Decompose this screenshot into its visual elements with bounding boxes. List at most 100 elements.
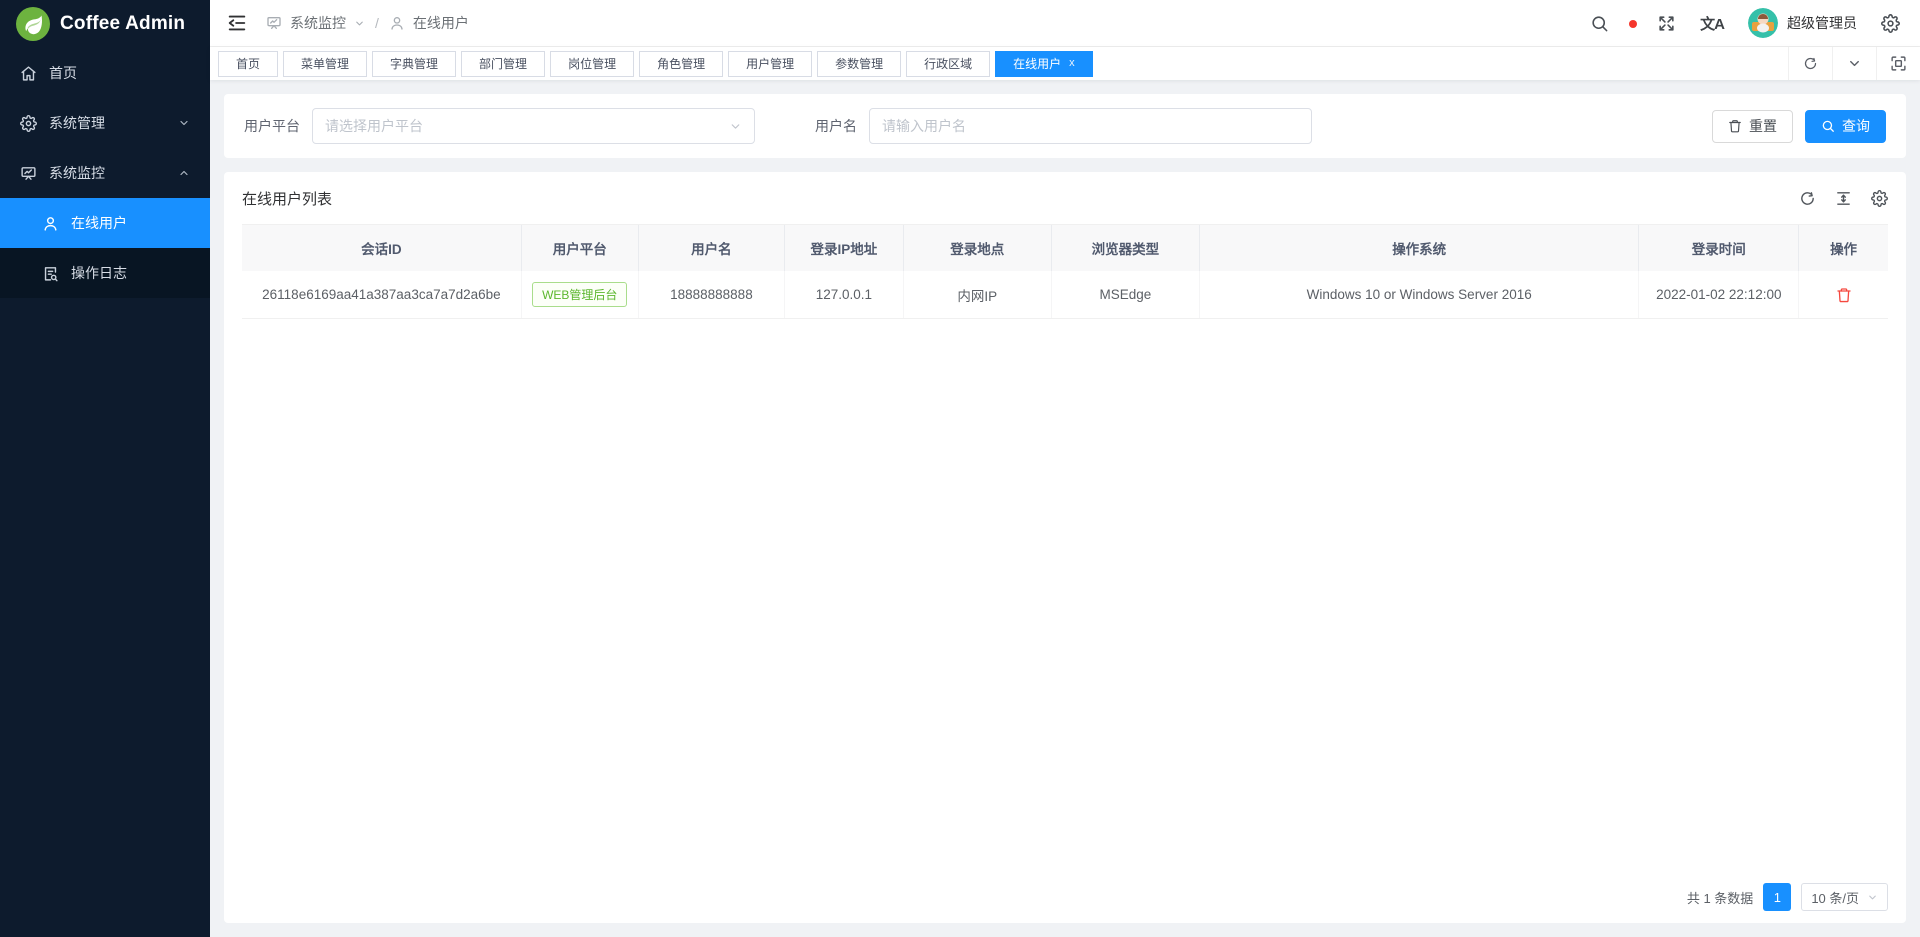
refresh-table-icon[interactable] xyxy=(1799,190,1816,207)
main-area: 系统监控 / 在线用户 xyxy=(210,0,1920,937)
monitor-icon xyxy=(266,15,282,31)
tab-label: 菜单管理 xyxy=(301,55,349,72)
monitor-icon xyxy=(20,165,37,182)
table-head: 会话ID 用户平台 用户名 登录IP地址 登录地点 浏览器类型 操作系统 登录时… xyxy=(242,225,1888,271)
user-icon xyxy=(42,215,59,232)
content: 用户平台 请选择用户平台 用户名 重置 xyxy=(210,80,1920,937)
row-density-icon[interactable] xyxy=(1835,190,1852,207)
search-icon xyxy=(1821,119,1835,133)
tab-online-users[interactable]: 在线用户 x xyxy=(995,51,1093,77)
table-toolbar xyxy=(1799,190,1888,207)
top-header: 系统监控 / 在线用户 xyxy=(210,0,1920,47)
cell-ip: 127.0.0.1 xyxy=(785,271,904,318)
tab-role-management[interactable]: 角色管理 xyxy=(639,51,723,77)
notification-badge xyxy=(1629,20,1637,28)
cell-actions xyxy=(1799,271,1888,318)
header-actions: 文A 超级管理员 xyxy=(1590,8,1900,38)
reset-button[interactable]: 重置 xyxy=(1712,110,1793,143)
home-icon xyxy=(20,65,37,82)
search-icon[interactable] xyxy=(1590,14,1609,33)
app-root: Coffee Admin 首页 系统管理 xyxy=(0,0,1920,937)
pagination-total: 共 1 条数据 xyxy=(1687,888,1753,907)
tab-label: 字典管理 xyxy=(390,55,438,72)
sidebar-item-label: 在线用户 xyxy=(71,213,127,233)
page-size-select[interactable]: 10 条/页 xyxy=(1801,883,1888,911)
tab-home[interactable]: 首页 xyxy=(218,51,278,77)
tab-dict-management[interactable]: 字典管理 xyxy=(372,51,456,77)
cell-os: Windows 10 or Windows Server 2016 xyxy=(1200,271,1640,318)
cell-platform: WEB管理后台 xyxy=(522,271,639,318)
tabstrip-tools xyxy=(1788,47,1920,80)
col-header-platform: 用户平台 xyxy=(522,225,639,271)
platform-tag: WEB管理后台 xyxy=(532,282,627,307)
tab-post-management[interactable]: 岗位管理 xyxy=(550,51,634,77)
settings-gear-icon[interactable] xyxy=(1881,14,1900,33)
gear-icon xyxy=(20,115,37,132)
cell-session-id: 26118e6169aa41a387aa3ca7a7d2a6be xyxy=(242,271,522,318)
logo-row: Coffee Admin xyxy=(0,0,210,48)
sidebar-collapse-icon[interactable] xyxy=(226,12,248,34)
tab-admin-region[interactable]: 行政区域 xyxy=(906,51,990,77)
tab-label: 岗位管理 xyxy=(568,55,616,72)
col-header-session-id: 会话ID xyxy=(242,225,522,271)
platform-select-placeholder: 请选择用户平台 xyxy=(325,116,423,136)
table-title: 在线用户列表 xyxy=(242,188,332,209)
tab-dept-management[interactable]: 部门管理 xyxy=(461,51,545,77)
filter-buttons: 重置 查询 xyxy=(1712,110,1886,143)
tab-label: 角色管理 xyxy=(657,55,705,72)
col-header-browser: 浏览器类型 xyxy=(1052,225,1200,271)
user-name: 超级管理员 xyxy=(1787,13,1857,33)
sidebar-item-system-monitor[interactable]: 系统监控 xyxy=(0,148,210,198)
fullscreen-icon[interactable] xyxy=(1657,14,1676,33)
page-button-1[interactable]: 1 xyxy=(1763,883,1791,911)
username-input[interactable] xyxy=(869,108,1312,144)
search-button[interactable]: 查询 xyxy=(1805,110,1886,143)
table-header-row: 会话ID 用户平台 用户名 登录IP地址 登录地点 浏览器类型 操作系统 登录时… xyxy=(242,225,1888,271)
user-menu[interactable]: 超级管理员 xyxy=(1748,8,1857,38)
breadcrumb-level1[interactable]: 系统监控 xyxy=(290,13,346,33)
breadcrumb: 系统监控 / 在线用户 xyxy=(266,13,469,33)
clear-icon xyxy=(1728,119,1742,133)
sidebar-submenu: 在线用户 操作日志 xyxy=(0,198,210,298)
log-file-icon xyxy=(42,265,59,282)
cell-username: 18888888888 xyxy=(639,271,785,318)
col-header-login-time: 登录时间 xyxy=(1639,225,1799,271)
cell-location: 内网IP xyxy=(904,271,1052,318)
user-icon xyxy=(389,15,405,31)
delete-trash-icon[interactable] xyxy=(1836,287,1852,303)
translate-icon[interactable]: 文A xyxy=(1700,13,1724,34)
sidebar-item-operation-logs[interactable]: 操作日志 xyxy=(0,248,210,298)
table-card-header: 在线用户列表 xyxy=(242,172,1888,224)
reset-button-label: 重置 xyxy=(1749,116,1777,136)
col-header-os: 操作系统 xyxy=(1200,225,1640,271)
sidebar-item-system-management[interactable]: 系统管理 xyxy=(0,98,210,148)
tab-menu-management[interactable]: 菜单管理 xyxy=(283,51,367,77)
sidebar: Coffee Admin 首页 系统管理 xyxy=(0,0,210,937)
cell-browser: MSEdge xyxy=(1052,271,1200,318)
column-settings-gear-icon[interactable] xyxy=(1871,190,1888,207)
refresh-tab-icon[interactable] xyxy=(1788,47,1832,80)
col-header-location: 登录地点 xyxy=(904,225,1052,271)
maximize-content-icon[interactable] xyxy=(1876,47,1920,80)
sidebar-item-home[interactable]: 首页 xyxy=(0,48,210,98)
tab-options-chevron-icon[interactable] xyxy=(1832,47,1876,80)
sidebar-item-online-users[interactable]: 在线用户 xyxy=(0,198,210,248)
chevron-down-icon xyxy=(729,120,742,133)
col-header-actions: 操作 xyxy=(1799,225,1888,271)
tab-user-management[interactable]: 用户管理 xyxy=(728,51,812,77)
sidebar-item-label: 系统管理 xyxy=(49,113,105,133)
platform-filter-group: 用户平台 请选择用户平台 xyxy=(244,108,755,144)
chevron-down-icon[interactable] xyxy=(354,18,365,29)
sidebar-menu: 首页 系统管理 系统监控 xyxy=(0,48,210,937)
online-users-panel: 在线用户列表 会话ID 用户平台 用户名 登录IP地址 xyxy=(224,172,1906,923)
chevron-down-icon xyxy=(178,117,190,129)
sidebar-item-label: 首页 xyxy=(49,63,77,83)
platform-select[interactable]: 请选择用户平台 xyxy=(312,108,755,144)
breadcrumb-separator: / xyxy=(375,15,379,31)
tab-param-management[interactable]: 参数管理 xyxy=(817,51,901,77)
username-filter-label: 用户名 xyxy=(815,116,857,136)
tab-close-icon[interactable]: x xyxy=(1069,58,1075,69)
table-body: 26118e6169aa41a387aa3ca7a7d2a6be WEB管理后台… xyxy=(242,271,1888,319)
tab-strip: 首页 菜单管理 字典管理 部门管理 岗位管理 角色管理 用户管理 参数管理 行政… xyxy=(210,47,1920,80)
platform-filter-label: 用户平台 xyxy=(244,116,300,136)
